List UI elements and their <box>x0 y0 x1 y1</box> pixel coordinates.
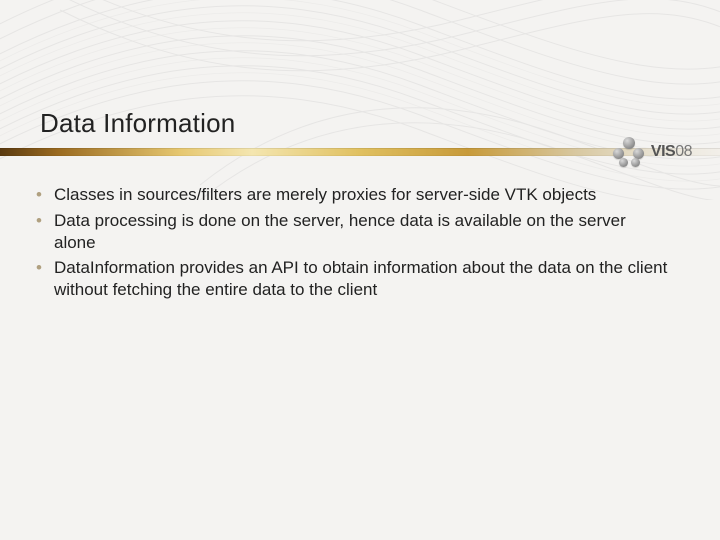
bullet-item: DataInformation provides an API to obtai… <box>32 257 672 301</box>
slide-title: Data Information <box>40 108 235 139</box>
bullet-item: Classes in sources/filters are merely pr… <box>32 184 672 206</box>
logo-text-sub: 08 <box>675 143 692 160</box>
background-texture <box>0 0 720 200</box>
logo-text-main: VIS <box>651 143 675 160</box>
logo: VIS08 <box>582 136 692 168</box>
logo-mark-icon <box>613 137 647 167</box>
content-area: Classes in sources/filters are merely pr… <box>32 184 672 305</box>
logo-text: VIS08 <box>651 143 692 161</box>
bullet-list: Classes in sources/filters are merely pr… <box>32 184 672 301</box>
bullet-item: Data processing is done on the server, h… <box>32 210 672 254</box>
slide: Data Information VIS08 Classes in source… <box>0 0 720 540</box>
